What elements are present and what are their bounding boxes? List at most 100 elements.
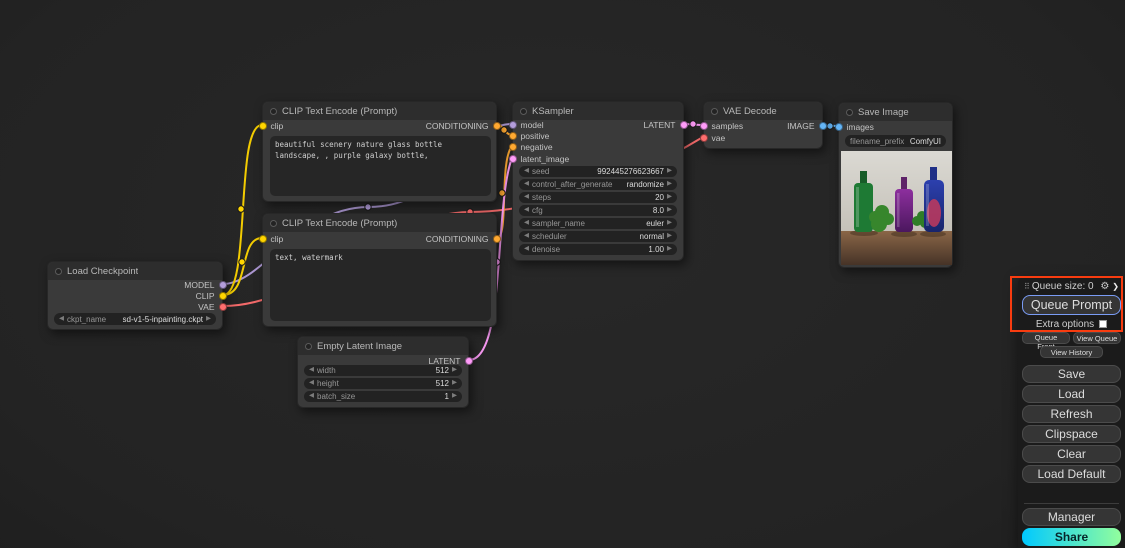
model-slot-dot[interactable] [508, 121, 517, 129]
decrement-arrow-icon[interactable]: ◀ [524, 168, 529, 175]
node-ksampler[interactable]: KSampler model positive negative latent_… [508, 101, 688, 261]
latent-slot-dot[interactable] [679, 121, 688, 129]
node-graph-canvas[interactable]: Load Checkpoint MODEL CLIP VAE ◀ ckpt_na… [0, 0, 1125, 548]
widget-batch-size[interactable]: ◀ batch_size 1 ▶ [304, 391, 462, 402]
refresh-button[interactable]: Refresh [1022, 405, 1121, 423]
node-header[interactable]: Save Image [839, 103, 952, 121]
node-header[interactable]: Load Checkpoint [48, 262, 222, 280]
clip-slot-dot[interactable] [258, 122, 267, 130]
widget-cfg[interactable]: ◀ cfg 8.0 ▶ [519, 205, 677, 216]
node-header[interactable]: VAE Decode [704, 102, 822, 120]
extra-options-checkbox[interactable] [1099, 320, 1108, 328]
widget-sampler-name[interactable]: ◀ sampler_name euler ▶ [519, 218, 677, 229]
clipspace-button[interactable]: Clipspace [1022, 425, 1121, 443]
increment-arrow-icon[interactable]: ▶ [452, 367, 457, 374]
input-slot-model[interactable]: model [508, 120, 544, 130]
drag-handle-icon[interactable]: ⠿ [1024, 282, 1030, 291]
node-empty-latent-image[interactable]: Empty Latent Image LATENT ◀ width 512 ▶ … [297, 336, 473, 408]
node-vae-decode[interactable]: VAE Decode samples vae IMAGE [699, 101, 827, 149]
node-clip-text-encode-negative[interactable]: CLIP Text Encode (Prompt) clip CONDITION… [258, 213, 501, 327]
decrement-arrow-icon[interactable]: ◀ [524, 181, 529, 188]
latent-slot-dot[interactable] [464, 357, 473, 365]
output-slot-latent[interactable]: LATENT [644, 120, 688, 130]
input-slot-latent-image[interactable]: latent_image [508, 154, 569, 164]
increment-arrow-icon[interactable]: ▶ [452, 393, 457, 400]
output-slot-conditioning[interactable]: CONDITIONING [426, 121, 501, 131]
node-clip-text-encode-positive[interactable]: CLIP Text Encode (Prompt) clip CONDITION… [258, 101, 501, 202]
collapse-dot-icon[interactable] [270, 219, 277, 227]
increment-arrow-icon[interactable]: ▶ [667, 233, 672, 240]
save-button[interactable]: Save [1022, 365, 1121, 383]
share-button[interactable]: Share [1022, 528, 1121, 546]
widget-ckpt-name[interactable]: ◀ ckpt_name sd-v1-5-inpainting.ckpt ▶ [54, 313, 216, 325]
node-header[interactable]: CLIP Text Encode (Prompt) [263, 102, 496, 120]
collapse-dot-icon[interactable] [711, 107, 718, 115]
input-slot-clip[interactable]: clip [258, 234, 283, 244]
widget-filename-prefix[interactable]: filename_prefix ComfyUI [845, 135, 946, 147]
widget-height[interactable]: ◀ height 512 ▶ [304, 378, 462, 389]
input-slot-samples[interactable]: samples [699, 121, 743, 131]
decrement-arrow-icon[interactable]: ◀ [524, 207, 529, 214]
queue-prompt-button[interactable]: Queue Prompt [1022, 295, 1121, 315]
view-history-button[interactable]: View History [1039, 346, 1104, 358]
widget-scheduler[interactable]: ◀ scheduler normal ▶ [519, 231, 677, 242]
load-button[interactable]: Load [1022, 385, 1121, 403]
node-save-image[interactable]: Save Image images filename_prefix ComfyU… [834, 102, 953, 268]
widget-width[interactable]: ◀ width 512 ▶ [304, 365, 462, 376]
widget-control-after-generate[interactable]: ◀ control_after_generate randomize ▶ [519, 179, 677, 190]
decrement-arrow-icon[interactable]: ◀ [59, 315, 64, 323]
comfy-menu[interactable]: ⠿ Queue size: 0 ⚙ ❯ Queue Prompt Extra o… [1018, 277, 1125, 548]
widget-denoise[interactable]: ◀ denoise 1.00 ▶ [519, 244, 677, 255]
increment-arrow-icon[interactable]: ▶ [667, 207, 672, 214]
latent-slot-dot[interactable] [508, 155, 517, 163]
input-slot-clip[interactable]: clip [258, 121, 283, 131]
output-slot-image[interactable]: IMAGE [787, 121, 827, 131]
decrement-arrow-icon[interactable]: ◀ [524, 220, 529, 227]
decrement-arrow-icon[interactable]: ◀ [524, 246, 529, 253]
clip-slot-dot[interactable] [218, 292, 227, 300]
collapse-dot-icon[interactable] [305, 342, 312, 350]
conditioning-slot-dot[interactable] [508, 143, 517, 151]
increment-arrow-icon[interactable]: ▶ [667, 246, 672, 253]
load-default-button[interactable]: Load Default [1022, 465, 1121, 483]
vae-slot-dot[interactable] [699, 134, 708, 142]
decrement-arrow-icon[interactable]: ◀ [309, 380, 314, 387]
conditioning-slot-dot[interactable] [492, 235, 501, 243]
conditioning-slot-dot[interactable] [492, 122, 501, 130]
vae-slot-dot[interactable] [218, 303, 227, 311]
widget-seed[interactable]: ◀ seed 992445276623667 ▶ [519, 166, 677, 177]
output-slot-vae[interactable]: VAE [198, 302, 227, 312]
widget-steps[interactable]: ◀ steps 20 ▶ [519, 192, 677, 203]
decrement-arrow-icon[interactable]: ◀ [309, 393, 314, 400]
input-slot-vae[interactable]: vae [699, 133, 725, 143]
clip-slot-dot[interactable] [258, 235, 267, 243]
manager-button[interactable]: Manager [1022, 508, 1121, 526]
node-header[interactable]: KSampler [513, 102, 683, 120]
node-header[interactable]: CLIP Text Encode (Prompt) [263, 214, 496, 232]
prompt-textarea[interactable]: text, watermark [270, 249, 491, 321]
increment-arrow-icon[interactable]: ▶ [667, 194, 672, 201]
conditioning-slot-dot[interactable] [508, 132, 517, 140]
increment-arrow-icon[interactable]: ▶ [452, 380, 457, 387]
collapse-dot-icon[interactable] [846, 108, 853, 116]
collapse-dot-icon[interactable] [55, 267, 62, 275]
input-slot-images[interactable]: images [834, 122, 874, 132]
increment-arrow-icon[interactable]: ▶ [206, 315, 211, 323]
output-slot-conditioning[interactable]: CONDITIONING [426, 234, 501, 244]
output-slot-clip[interactable]: CLIP [196, 291, 227, 301]
decrement-arrow-icon[interactable]: ◀ [309, 367, 314, 374]
increment-arrow-icon[interactable]: ▶ [667, 168, 672, 175]
increment-arrow-icon[interactable]: ▶ [667, 220, 672, 227]
decrement-arrow-icon[interactable]: ◀ [524, 194, 529, 201]
image-slot-dot[interactable] [818, 122, 827, 130]
input-slot-positive[interactable]: positive [508, 131, 549, 141]
collapse-dot-icon[interactable] [270, 107, 277, 115]
output-slot-model[interactable]: MODEL [184, 280, 227, 290]
input-slot-negative[interactable]: negative [508, 142, 553, 152]
queue-front-button[interactable]: Queue Front [1022, 332, 1070, 351]
decrement-arrow-icon[interactable]: ◀ [524, 233, 529, 240]
image-slot-dot[interactable] [834, 123, 843, 131]
latent-slot-dot[interactable] [699, 122, 708, 130]
prompt-textarea[interactable]: beautiful scenery nature glass bottle la… [270, 136, 491, 196]
node-header[interactable]: Empty Latent Image [298, 337, 468, 355]
